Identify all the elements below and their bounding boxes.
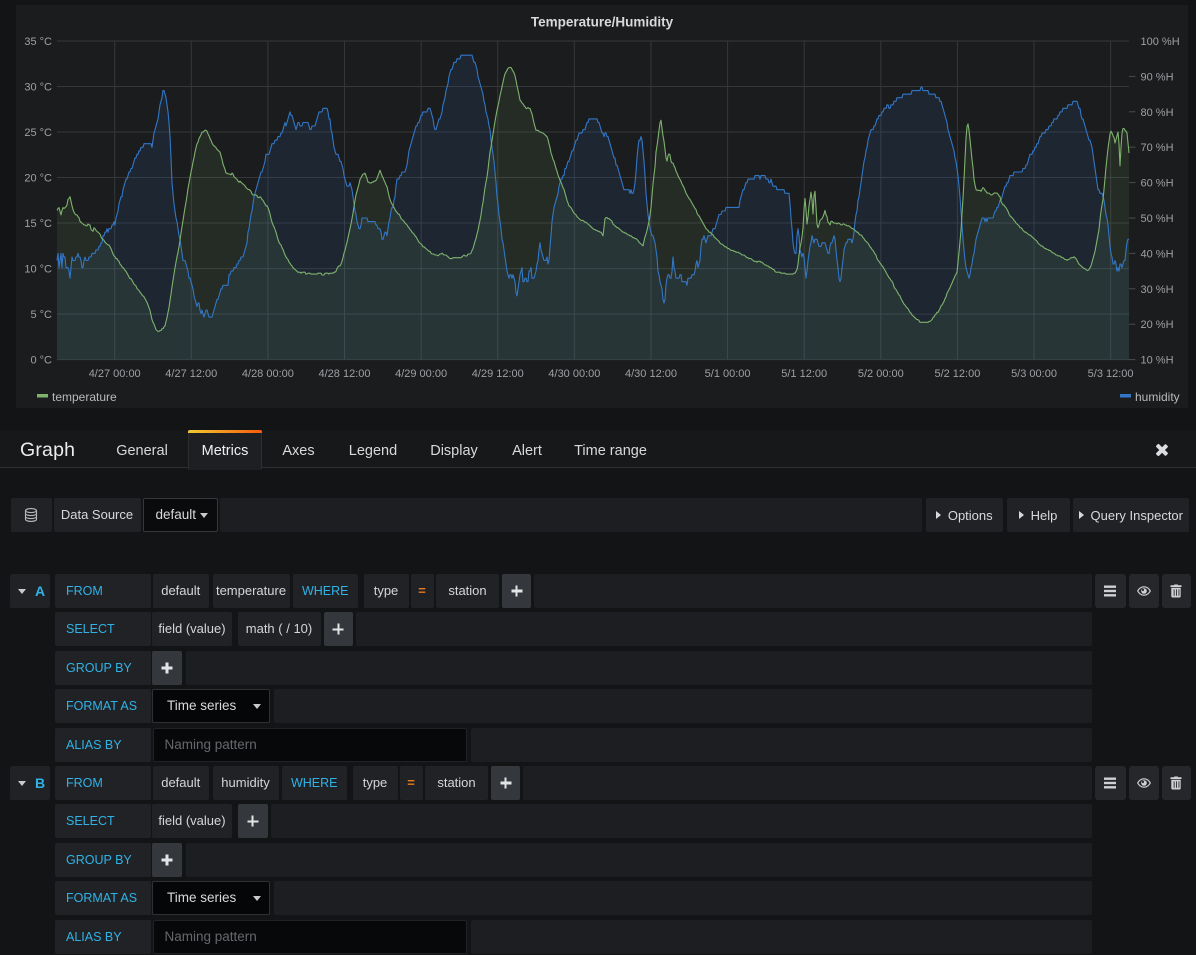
svg-text:50 %H: 50 %H [1141,213,1174,225]
svg-text:20 °C: 20 °C [24,173,52,185]
svg-text:70 %H: 70 %H [1141,142,1174,154]
svg-text:5/2 00:00: 5/2 00:00 [858,368,904,380]
svg-text:0 °C: 0 °C [30,355,52,367]
svg-text:5/1 12:00: 5/1 12:00 [781,368,827,380]
svg-text:4/29 12:00: 4/29 12:00 [472,368,524,380]
svg-text:5/1 00:00: 5/1 00:00 [705,368,751,380]
svg-text:10 °C: 10 °C [24,264,52,276]
svg-text:80 %H: 80 %H [1141,107,1174,119]
svg-text:10 %H: 10 %H [1141,355,1174,367]
svg-text:temperature: temperature [52,390,117,404]
svg-text:90 %H: 90 %H [1141,71,1174,83]
svg-text:5/3 00:00: 5/3 00:00 [1011,368,1057,380]
svg-text:60 %H: 60 %H [1141,178,1174,190]
svg-text:5 °C: 5 °C [30,309,52,321]
svg-text:4/29 00:00: 4/29 00:00 [395,368,447,380]
svg-text:4/28 00:00: 4/28 00:00 [242,368,294,380]
svg-text:4/30 12:00: 4/30 12:00 [625,368,677,380]
svg-text:5/2 12:00: 5/2 12:00 [934,368,980,380]
svg-text:4/27 00:00: 4/27 00:00 [89,368,141,380]
svg-text:40 %H: 40 %H [1141,248,1174,260]
svg-text:100 %H: 100 %H [1141,36,1180,48]
svg-text:humidity: humidity [1135,390,1180,404]
svg-text:20 %H: 20 %H [1141,319,1174,331]
svg-text:5/3 12:00: 5/3 12:00 [1088,368,1134,380]
svg-text:30 °C: 30 °C [24,82,52,94]
svg-text:15 °C: 15 °C [24,218,52,230]
svg-text:35 °C: 35 °C [24,36,52,48]
svg-text:4/28 12:00: 4/28 12:00 [319,368,371,380]
svg-text:25 °C: 25 °C [24,127,52,139]
svg-text:30 %H: 30 %H [1141,284,1174,296]
svg-text:4/30 00:00: 4/30 00:00 [548,368,600,380]
svg-text:4/27 12:00: 4/27 12:00 [165,368,217,380]
svg-text:Temperature/Humidity: Temperature/Humidity [531,15,674,30]
